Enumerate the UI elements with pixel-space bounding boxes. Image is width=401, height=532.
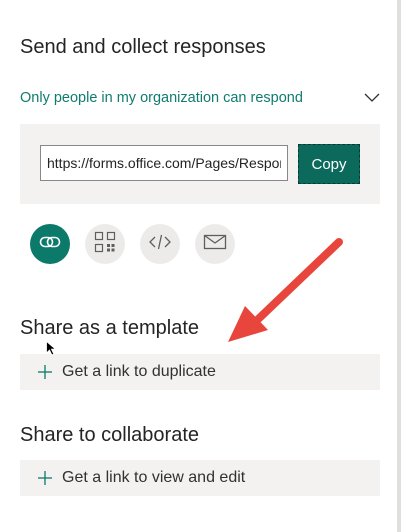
share-embed-button[interactable] — [140, 224, 180, 264]
get-edit-link-button[interactable]: Get a link to view and edit — [20, 460, 380, 496]
plus-icon — [37, 470, 53, 486]
copy-link-button[interactable]: Copy — [298, 144, 360, 184]
share-method-buttons — [30, 224, 235, 264]
permission-dropdown-value: Only people in my organization can respo… — [20, 90, 303, 106]
share-email-button[interactable] — [195, 224, 235, 264]
embed-code-icon — [148, 232, 172, 257]
link-icon — [38, 230, 62, 259]
chevron-down-icon — [364, 90, 380, 106]
share-qr-code-button[interactable] — [85, 224, 125, 264]
mouse-cursor-icon — [46, 341, 56, 356]
share-link-button[interactable] — [30, 224, 70, 264]
get-duplicate-link-button[interactable]: Get a link to duplicate — [20, 354, 380, 390]
template-section-title: Share as a template — [20, 317, 199, 339]
annotation-arrow — [228, 238, 343, 342]
collaborate-section-title: Share to collaborate — [20, 424, 200, 446]
send-section-title: Send and collect responses — [20, 36, 266, 58]
plus-icon — [37, 364, 53, 380]
share-link-panel: Copy — [20, 124, 380, 204]
response-permission-dropdown[interactable]: Only people in my organization can respo… — [20, 84, 380, 112]
panel-right-border — [397, 0, 401, 532]
share-link-url-input[interactable] — [40, 145, 288, 181]
edit-link-label: Get a link to view and edit — [62, 469, 246, 486]
email-icon — [203, 233, 227, 256]
duplicate-link-label: Get a link to duplicate — [62, 363, 216, 380]
qr-code-icon — [94, 231, 116, 258]
